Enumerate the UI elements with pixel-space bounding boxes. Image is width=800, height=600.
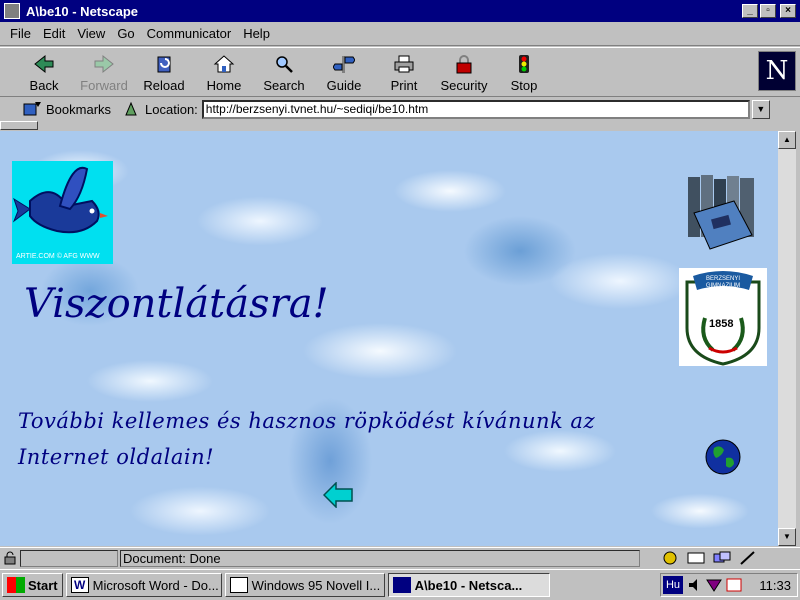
toolbar-collapse-tab[interactable] <box>0 121 800 130</box>
chevron-down-icon: ▼ <box>756 103 766 114</box>
word-icon: W <box>70 577 89 593</box>
url-input[interactable]: http://berzsenyi.tvnet.hu/~sediqi/be10.h… <box>201 99 750 119</box>
page-content: ARTIE.COM © AFG WWW Viszontlátásra! Tová… <box>0 131 778 546</box>
windows-logo-icon <box>7 577 25 593</box>
page-proxy-icon[interactable] <box>123 101 139 117</box>
search-button[interactable]: Search <box>254 49 314 95</box>
search-icon <box>272 53 296 75</box>
forward-button[interactable]: Forward <box>74 49 134 95</box>
start-label: Start <box>28 577 58 593</box>
language-indicator[interactable]: Hu <box>663 576 683 594</box>
reload-label: Reload <box>143 78 185 93</box>
restore-button[interactable]: ▫ <box>760 4 776 18</box>
scheduler-icon[interactable] <box>725 577 743 593</box>
back-label: Back <box>29 78 59 93</box>
location-label: Location: <box>145 101 198 117</box>
discussion-icon[interactable] <box>712 550 732 566</box>
menu-file[interactable]: File <box>4 26 37 41</box>
menu-help[interactable]: Help <box>237 26 276 41</box>
taskbar-windows95[interactable]: Windows 95 Novell I... <box>224 573 385 597</box>
scroll-down-button[interactable]: ▼ <box>778 528 796 546</box>
stop-label: Stop <box>510 78 538 93</box>
task-label: Microsoft Word - Do... <box>92 577 219 593</box>
menu-edit[interactable]: Edit <box>37 26 71 41</box>
chevron-down-icon: ▼ <box>783 532 791 541</box>
bluebird-image: ARTIE.COM © AFG WWW <box>12 161 113 264</box>
netscape-app-icon[interactable] <box>4 3 20 19</box>
crest-title: BERZSENYI GIMNAZIUM <box>705 276 741 289</box>
guide-icon <box>332 53 356 75</box>
school-crest-image[interactable]: BERZSENYI GIMNAZIUM 1858 <box>679 268 767 366</box>
menu-view[interactable]: View <box>71 26 111 41</box>
task-label: A\be10 - Netsca... <box>414 577 523 593</box>
globe-icon[interactable] <box>704 438 742 476</box>
start-button[interactable]: Start <box>2 573 63 597</box>
guide-label: Guide <box>326 78 362 93</box>
scroll-up-button[interactable]: ▲ <box>778 131 796 149</box>
home-button[interactable]: Home <box>194 49 254 95</box>
speaker-icon[interactable] <box>687 577 703 593</box>
security-button[interactable]: Security <box>434 49 494 95</box>
location-bar: Bookmarks Location: http://berzsenyi.tvn… <box>0 98 800 120</box>
progress-bar <box>20 549 118 567</box>
task-label: Windows 95 Novell I... <box>251 577 381 593</box>
netscape-logo[interactable]: N <box>758 51 796 91</box>
status-bar: Document: Done <box>0 547 800 568</box>
left-arrow-icon <box>322 481 353 509</box>
books-image[interactable] <box>684 173 762 251</box>
bookmarks-button[interactable]: Bookmarks <box>22 101 111 117</box>
home-icon <box>212 53 236 75</box>
taskbar-word[interactable]: W Microsoft Word - Do... <box>65 573 222 597</box>
taskbar-netscape[interactable]: A\be10 - Netsca... <box>387 573 550 597</box>
menu-go[interactable]: Go <box>111 26 140 41</box>
security-label: Security <box>440 78 488 93</box>
title-bar: A\be10 - Netscape _ ▫ × <box>0 0 800 22</box>
search-label: Search <box>263 78 305 93</box>
bird-caption: ARTIE.COM © AFG WWW <box>16 253 100 260</box>
window-title: A\be10 - Netscape <box>26 3 138 19</box>
composer-icon[interactable] <box>738 550 758 566</box>
print-label: Print <box>390 78 418 93</box>
forward-label: Forward <box>80 78 128 93</box>
chevron-up-icon: ▲ <box>783 135 791 144</box>
back-button[interactable]: Back <box>14 49 74 95</box>
netscape-icon <box>392 577 411 593</box>
menu-bar: File Edit View Go Communicator Help <box>0 22 800 46</box>
url-dropdown-button[interactable]: ▼ <box>751 99 770 119</box>
bookmarks-icon <box>22 101 42 117</box>
guide-button[interactable]: Guide <box>314 49 374 95</box>
minimize-button[interactable]: _ <box>742 4 758 18</box>
print-icon <box>392 53 416 75</box>
clock[interactable]: 11:33 <box>759 578 791 593</box>
component-bar <box>660 550 758 566</box>
navigator-icon[interactable] <box>660 550 680 566</box>
mail-icon[interactable] <box>686 550 706 566</box>
bookmarks-label: Bookmarks <box>46 101 112 117</box>
menu-communicator[interactable]: Communicator <box>141 26 238 41</box>
vertical-scrollbar[interactable]: ▲ ▼ <box>778 131 796 546</box>
reload-button[interactable]: Reload <box>134 49 194 95</box>
page-message: További kellemes és hasznos röpködést kí… <box>18 409 596 469</box>
home-label: Home <box>206 78 242 93</box>
document-icon <box>229 577 248 593</box>
system-tray: Hu 11:33 <box>660 573 798 597</box>
back-arrow-icon <box>32 53 56 75</box>
network-icon[interactable] <box>705 577 723 593</box>
reload-icon <box>152 53 176 75</box>
windows-taskbar: Start W Microsoft Word - Do... Windows 9… <box>0 569 800 600</box>
crest-year: 1858 <box>709 318 734 330</box>
stop-button[interactable]: Stop <box>494 49 554 95</box>
stop-icon <box>512 53 536 75</box>
forward-arrow-icon <box>92 53 116 75</box>
close-button[interactable]: × <box>780 4 796 18</box>
back-arrow-link[interactable] <box>322 481 353 509</box>
security-lock-icon <box>452 53 476 75</box>
security-status-icon[interactable] <box>0 549 20 568</box>
print-button[interactable]: Print <box>374 49 434 95</box>
status-text: Document: Done <box>120 549 640 567</box>
navigation-toolbar: Back Forward Reload Home Search Guide Pr… <box>0 47 800 97</box>
page-heading: Viszontlátásra! <box>24 281 329 327</box>
